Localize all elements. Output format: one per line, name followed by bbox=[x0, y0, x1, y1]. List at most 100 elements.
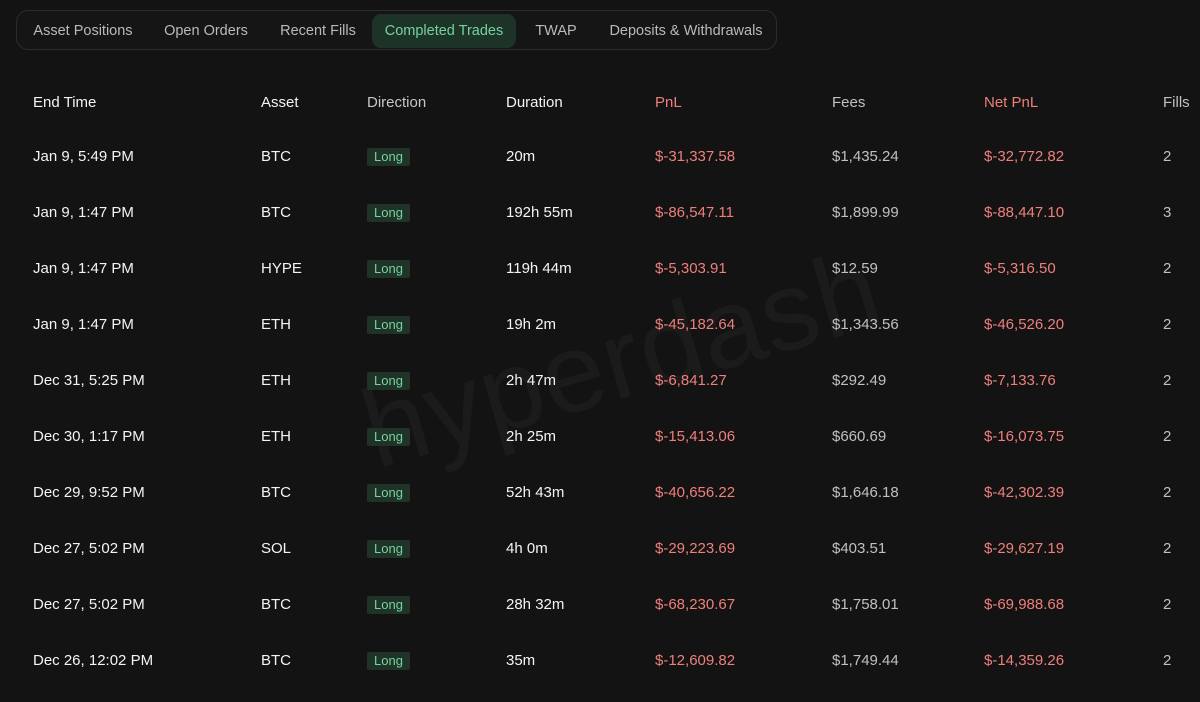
fills-cell: 2 bbox=[1163, 652, 1172, 669]
fills-cell: 2 bbox=[1163, 372, 1172, 389]
tab-open-orders[interactable]: Open Orders bbox=[153, 14, 259, 48]
net-pnl-cell: $-5,316.50 bbox=[984, 260, 1056, 277]
net-pnl-cell: $-42,302.39 bbox=[984, 484, 1065, 501]
trade-row[interactable]: Jan 9, 1:47 PM ETH Long 19h 2m $-45,182.… bbox=[0, 299, 1200, 355]
asset-cell: SOL bbox=[261, 540, 292, 557]
long-badge: Long bbox=[367, 428, 410, 446]
header-duration[interactable]: Duration bbox=[506, 94, 563, 111]
fees-cell: $1,758.01 bbox=[832, 596, 899, 613]
end-time-cell: Dec 27, 5:02 PM bbox=[33, 540, 145, 557]
header-fees[interactable]: Fees bbox=[832, 94, 865, 111]
direction-cell: Long bbox=[367, 259, 410, 279]
end-time-cell: Dec 29, 9:52 PM bbox=[33, 484, 145, 501]
trade-row[interactable]: Jan 9, 5:49 PM BTC Long 20m $-31,337.58 … bbox=[0, 131, 1200, 187]
pnl-cell: $-45,182.64 bbox=[655, 316, 736, 333]
fills-cell: 2 bbox=[1163, 316, 1172, 333]
trade-row[interactable]: Jan 9, 1:47 PM HYPE Long 119h 44m $-5,30… bbox=[0, 243, 1200, 299]
direction-cell: Long bbox=[367, 147, 410, 167]
end-time-cell: Jan 9, 5:49 PM bbox=[33, 148, 134, 165]
long-badge: Long bbox=[367, 372, 410, 390]
tab-asset-positions[interactable]: Asset Positions bbox=[25, 14, 141, 48]
direction-cell: Long bbox=[367, 595, 410, 615]
trade-row[interactable]: Dec 27, 5:02 PM SOL Long 4h 0m $-29,223.… bbox=[0, 523, 1200, 579]
fills-cell: 2 bbox=[1163, 260, 1172, 277]
header-direction[interactable]: Direction bbox=[367, 94, 426, 111]
tab-recent-fills[interactable]: Recent Fills bbox=[270, 14, 366, 48]
net-pnl-cell: $-14,359.26 bbox=[984, 652, 1065, 669]
long-badge: Long bbox=[367, 652, 410, 670]
net-pnl-cell: $-29,627.19 bbox=[984, 540, 1065, 557]
duration-cell: 35m bbox=[506, 652, 536, 669]
asset-cell: BTC bbox=[261, 596, 291, 613]
asset-cell: BTC bbox=[261, 204, 291, 221]
asset-cell: BTC bbox=[261, 484, 291, 501]
trade-row[interactable]: Dec 26, 12:02 PM BTC Long 35m $-12,609.8… bbox=[0, 635, 1200, 691]
pnl-cell: $-29,223.69 bbox=[655, 540, 736, 557]
fees-cell: $1,646.18 bbox=[832, 484, 899, 501]
long-badge: Long bbox=[367, 484, 410, 502]
fees-cell: $292.49 bbox=[832, 372, 887, 389]
fills-cell: 2 bbox=[1163, 484, 1172, 501]
long-badge: Long bbox=[367, 540, 410, 558]
direction-cell: Long bbox=[367, 427, 410, 447]
trade-row[interactable]: Dec 29, 9:52 PM BTC Long 52h 43m $-40,65… bbox=[0, 467, 1200, 523]
header-fills[interactable]: Fills bbox=[1163, 94, 1190, 111]
trade-row[interactable]: Dec 27, 5:02 PM BTC Long 28h 32m $-68,23… bbox=[0, 579, 1200, 635]
pnl-cell: $-6,841.27 bbox=[655, 372, 727, 389]
fees-cell: $1,749.44 bbox=[832, 652, 899, 669]
pnl-cell: $-5,303.91 bbox=[655, 260, 727, 277]
fees-cell: $12.59 bbox=[832, 260, 878, 277]
direction-cell: Long bbox=[367, 483, 410, 503]
asset-cell: ETH bbox=[261, 316, 291, 333]
end-time-cell: Dec 27, 5:02 PM bbox=[33, 596, 145, 613]
trade-row[interactable]: Jan 9, 1:47 PM BTC Long 192h 55m $-86,54… bbox=[0, 187, 1200, 243]
account-tabbar: Asset Positions Open Orders Recent Fills… bbox=[16, 10, 777, 50]
duration-cell: 2h 47m bbox=[506, 372, 557, 389]
asset-cell: ETH bbox=[261, 372, 291, 389]
end-time-cell: Dec 31, 5:25 PM bbox=[33, 372, 145, 389]
pnl-cell: $-40,656.22 bbox=[655, 484, 736, 501]
net-pnl-cell: $-69,988.68 bbox=[984, 596, 1065, 613]
fills-cell: 2 bbox=[1163, 540, 1172, 557]
pnl-cell: $-31,337.58 bbox=[655, 148, 736, 165]
fees-cell: $403.51 bbox=[832, 540, 887, 557]
net-pnl-cell: $-32,772.82 bbox=[984, 148, 1065, 165]
duration-cell: 2h 25m bbox=[506, 428, 557, 445]
asset-cell: ETH bbox=[261, 428, 291, 445]
tab-completed-trades[interactable]: Completed Trades bbox=[372, 14, 516, 48]
asset-cell: BTC bbox=[261, 652, 291, 669]
completed-trades-page: Asset Positions Open Orders Recent Fills… bbox=[0, 0, 1200, 702]
fills-cell: 3 bbox=[1163, 204, 1172, 221]
end-time-cell: Dec 30, 1:17 PM bbox=[33, 428, 145, 445]
tab-twap[interactable]: TWAP bbox=[523, 14, 589, 48]
fills-cell: 2 bbox=[1163, 148, 1172, 165]
fees-cell: $1,899.99 bbox=[832, 204, 899, 221]
header-end-time[interactable]: End Time bbox=[33, 94, 96, 111]
fees-cell: $1,435.24 bbox=[832, 148, 899, 165]
duration-cell: 20m bbox=[506, 148, 536, 165]
asset-cell: BTC bbox=[261, 148, 291, 165]
net-pnl-cell: $-7,133.76 bbox=[984, 372, 1056, 389]
pnl-cell: $-86,547.11 bbox=[655, 204, 734, 221]
trade-row[interactable]: Dec 31, 5:25 PM ETH Long 2h 47m $-6,841.… bbox=[0, 355, 1200, 411]
header-pnl[interactable]: PnL bbox=[655, 94, 682, 111]
tab-deposits-withdrawals[interactable]: Deposits & Withdrawals bbox=[596, 14, 776, 48]
asset-cell: HYPE bbox=[261, 260, 302, 277]
trade-row[interactable]: Dec 30, 1:17 PM ETH Long 2h 25m $-15,413… bbox=[0, 411, 1200, 467]
pnl-cell: $-12,609.82 bbox=[655, 652, 736, 669]
header-asset[interactable]: Asset bbox=[261, 94, 299, 111]
long-badge: Long bbox=[367, 596, 410, 614]
end-time-cell: Jan 9, 1:47 PM bbox=[33, 260, 134, 277]
long-badge: Long bbox=[367, 204, 410, 222]
direction-cell: Long bbox=[367, 651, 410, 671]
pnl-cell: $-15,413.06 bbox=[655, 428, 736, 445]
direction-cell: Long bbox=[367, 203, 410, 223]
end-time-cell: Jan 9, 1:47 PM bbox=[33, 204, 134, 221]
direction-cell: Long bbox=[367, 539, 410, 559]
header-net-pnl[interactable]: Net PnL bbox=[984, 94, 1038, 111]
direction-cell: Long bbox=[367, 371, 410, 391]
duration-cell: 52h 43m bbox=[506, 484, 565, 501]
fees-cell: $660.69 bbox=[832, 428, 887, 445]
long-badge: Long bbox=[367, 148, 410, 166]
pnl-cell: $-68,230.67 bbox=[655, 596, 736, 613]
